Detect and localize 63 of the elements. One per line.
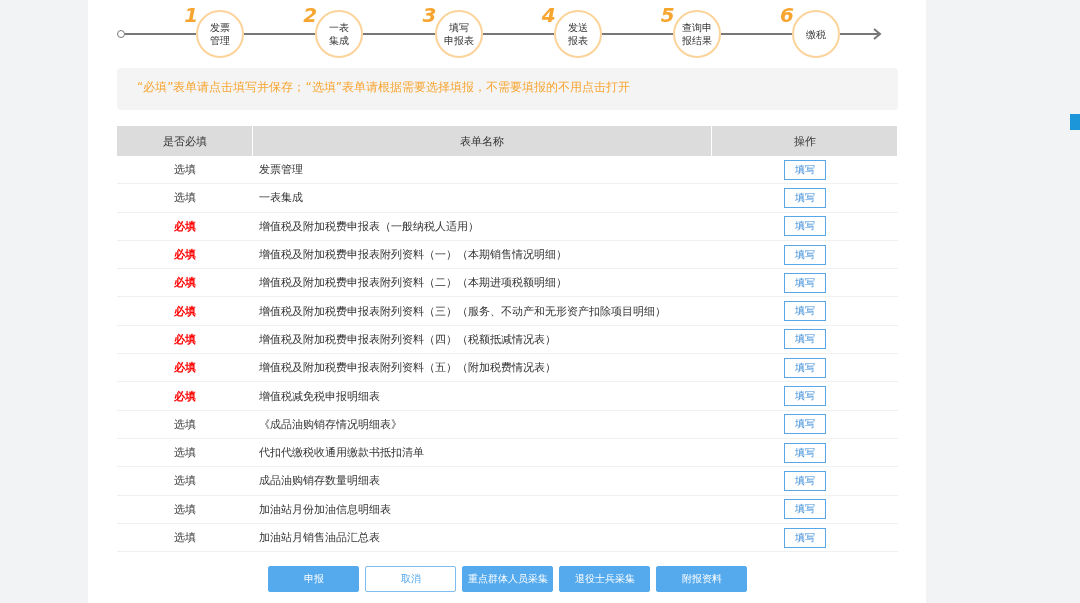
column-header: 操作 bbox=[711, 126, 898, 156]
form-name-cell: 增值税及附加税费申报表附列资料（三）（服务、不动产和无形资产扣除项目明细） bbox=[252, 297, 712, 326]
form-name-cell: 一表集成 bbox=[252, 183, 712, 213]
form-name-cell: 增值税及附加税费申报表附列资料（四）（税额抵减情况表） bbox=[252, 325, 712, 354]
side-tab-icon[interactable] bbox=[1070, 114, 1080, 130]
required-cell: 选填 bbox=[117, 183, 253, 213]
required-cell: 选填 bbox=[117, 438, 253, 467]
action-button[interactable]: 取消 bbox=[365, 566, 456, 593]
step-number: 6 bbox=[780, 4, 794, 26]
fill-button[interactable]: 填写 bbox=[783, 301, 826, 322]
form-name-cell: 增值税及附加税费申报表附列资料（一）（本期销售情况明细） bbox=[252, 240, 712, 269]
step-number: 1 bbox=[184, 4, 199, 26]
form-name-cell: 发票管理 bbox=[252, 156, 712, 184]
required-cell: 必填 bbox=[117, 325, 253, 354]
fill-button[interactable]: 填写 bbox=[783, 357, 826, 378]
form-name-cell: 《成品油购销存情况明细表》 bbox=[252, 410, 712, 439]
action-button[interactable]: 申报 bbox=[268, 566, 359, 593]
column-header: 是否必填 bbox=[117, 126, 253, 156]
form-name-cell: 加油站月份加油信息明细表 bbox=[252, 495, 712, 524]
required-cell: 选填 bbox=[117, 523, 253, 552]
step-number: 2 bbox=[303, 4, 318, 26]
fill-button[interactable]: 填写 bbox=[783, 442, 826, 463]
form-name-cell: 增值税及附加税费申报表附列资料（二）（本期进项税额明细） bbox=[252, 268, 712, 297]
fill-button[interactable]: 填写 bbox=[783, 470, 826, 491]
form-name-cell: 增值税减免税申报明细表 bbox=[252, 381, 712, 411]
required-cell: 选填 bbox=[117, 495, 253, 524]
fill-button[interactable]: 填写 bbox=[783, 187, 826, 208]
required-cell: 必填 bbox=[117, 381, 253, 411]
required-cell: 选填 bbox=[117, 410, 253, 439]
form-name-cell: 代扣代缴税收通用缴款书抵扣清单 bbox=[252, 438, 712, 467]
fill-button[interactable]: 填写 bbox=[783, 414, 826, 435]
required-cell: 必填 bbox=[117, 353, 253, 382]
fill-button[interactable]: 填写 bbox=[783, 216, 826, 237]
form-name-cell: 成品油购销存数量明细表 bbox=[252, 466, 712, 496]
step-number: 3 bbox=[422, 4, 437, 26]
required-cell: 必填 bbox=[117, 240, 253, 269]
action-button[interactable]: 退役士兵采集 bbox=[559, 566, 650, 593]
required-cell: 必填 bbox=[117, 297, 253, 326]
fill-button[interactable]: 填写 bbox=[783, 244, 826, 265]
required-cell: 选填 bbox=[117, 466, 253, 496]
fill-button[interactable]: 填写 bbox=[783, 159, 826, 180]
fill-button[interactable]: 填写 bbox=[783, 499, 826, 520]
step-circle: 查询申 报结果 bbox=[672, 10, 721, 58]
fill-button[interactable]: 填写 bbox=[783, 329, 826, 350]
notice-text: “必填”表单请点击填写并保存；“选填”表单请根据需要选择填报，不需要填报的不用点击打开 bbox=[137, 80, 630, 94]
fill-button[interactable]: 填写 bbox=[783, 386, 826, 406]
action-button[interactable]: 附报资料 bbox=[656, 566, 747, 593]
column-header: 表单名称 bbox=[252, 126, 712, 156]
form-name-cell: 增值税及附加税费申报表附列资料（五）（附加税费情况表） bbox=[252, 353, 712, 382]
step-circle: 缴税 bbox=[792, 10, 841, 58]
form-name-cell: 加油站月销售油品汇总表 bbox=[252, 523, 712, 552]
fill-button[interactable]: 填写 bbox=[783, 527, 826, 548]
required-cell: 选填 bbox=[117, 156, 253, 184]
step-number: 5 bbox=[660, 4, 675, 26]
required-cell: 必填 bbox=[117, 212, 253, 241]
action-button[interactable]: 重点群体人员采集 bbox=[462, 566, 553, 593]
fill-button[interactable]: 填写 bbox=[783, 272, 826, 293]
step-number: 4 bbox=[541, 4, 556, 26]
step-circle: 填写 申报表 bbox=[434, 10, 483, 58]
form-name-cell: 增值税及附加税费申报表（一般纳税人适用） bbox=[252, 212, 712, 241]
step-circle: 发票 管理 bbox=[196, 10, 245, 58]
required-cell: 必填 bbox=[117, 268, 253, 297]
step-circle: 一表 集成 bbox=[315, 10, 364, 58]
